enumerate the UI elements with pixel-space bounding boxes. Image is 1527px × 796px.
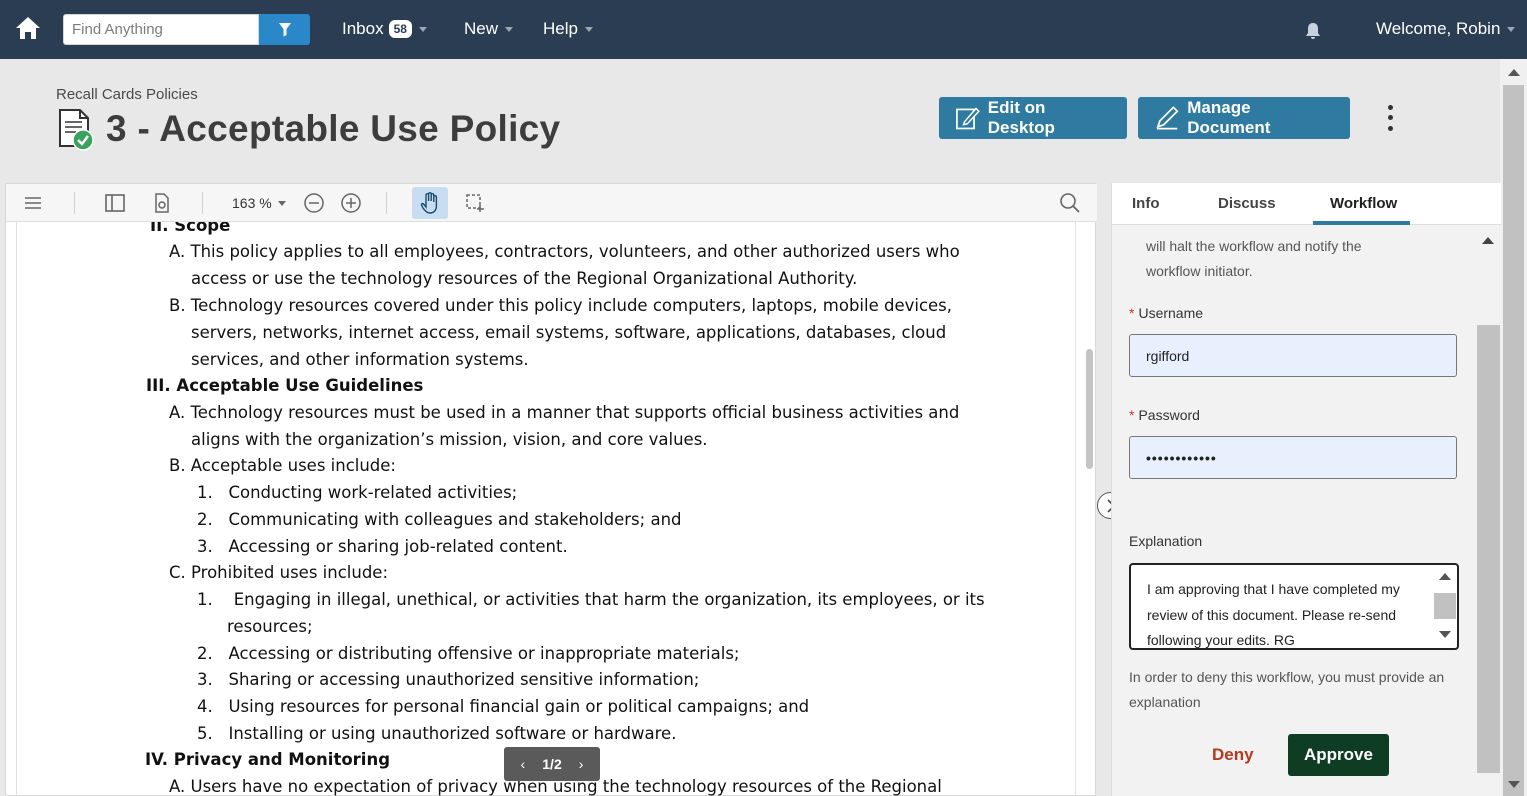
workflow-intro-line-2: workflow initiator. <box>1146 263 1253 279</box>
scroll-up-icon[interactable] <box>1439 573 1451 580</box>
password-field[interactable]: •••••••••••• <box>1129 436 1457 479</box>
tab-workflow[interactable]: Workflow <box>1330 195 1397 212</box>
scroll-thumb[interactable] <box>1503 85 1524 796</box>
filter-button[interactable] <box>259 14 310 45</box>
document-line: 4. Using resources for personal financia… <box>197 697 810 716</box>
nav-help-label: Help <box>543 19 578 38</box>
chevron-down-icon <box>418 26 427 32</box>
nav-new-label: New <box>464 19 499 38</box>
textarea-scrollbar[interactable] <box>1434 573 1456 645</box>
document-heading: III. Acceptable Use Guidelines <box>146 376 424 395</box>
next-page-icon[interactable]: › <box>579 756 584 772</box>
document-line: 3. Accessing or sharing job-related cont… <box>197 537 568 556</box>
nav-new[interactable]: New <box>464 19 514 39</box>
zoom-value: 163 % <box>232 195 272 211</box>
scroll-thumb[interactable] <box>1477 325 1500 773</box>
page-settings-icon[interactable] <box>151 192 173 214</box>
pan-tool-button[interactable] <box>412 187 448 219</box>
explanation-label: Explanation <box>1129 533 1203 549</box>
approved-document-icon <box>59 109 94 151</box>
document-line: aligns with the organization’s mission, … <box>191 430 708 449</box>
document-line: 1. Conducting work-related activities; <box>197 483 518 502</box>
document-content[interactable]: II. Scope A. This policy applies to all e… <box>16 222 1076 796</box>
password-label: * Password <box>1129 407 1200 423</box>
document-viewer: 163 % II. Scope A. This policy applies to… <box>5 183 1097 796</box>
chevron-down-icon <box>277 200 286 206</box>
document-line: B. Acceptable uses include: <box>169 456 396 475</box>
chevron-down-icon <box>584 26 593 32</box>
document-line: 3. Sharing or accessing unauthorized sen… <box>197 670 700 689</box>
edit-desktop-icon <box>956 107 980 130</box>
more-options-icon[interactable] <box>1382 102 1398 134</box>
user-menu[interactable]: Welcome, Robin <box>1376 19 1516 39</box>
workflow-intro-line-1: will halt the workflow and notify the <box>1146 238 1362 254</box>
deny-hint-text: In order to deny this workflow, you must… <box>1129 669 1445 710</box>
tab-discuss[interactable]: Discuss <box>1218 195 1276 212</box>
document-line: 1. Engaging in illegal, unethical, or ac… <box>197 590 985 609</box>
search-icon[interactable] <box>1059 192 1081 214</box>
edit-on-desktop-label: Edit on Desktop <box>987 98 1055 137</box>
approve-button[interactable]: Approve <box>1288 734 1389 776</box>
zoom-out-icon[interactable] <box>303 192 325 214</box>
active-tab-indicator <box>1313 221 1410 225</box>
prev-page-icon[interactable]: ‹ <box>521 756 526 772</box>
panel-scrollbar[interactable] <box>1476 225 1501 796</box>
sidebar-toggle-icon[interactable] <box>104 192 126 214</box>
search-input[interactable] <box>63 14 259 45</box>
scroll-up-icon[interactable] <box>1482 237 1494 244</box>
document-line: access or use the technology resources o… <box>191 269 858 288</box>
filter-icon <box>278 23 291 37</box>
document-line: 2. Accessing or distributing offensive o… <box>197 644 740 663</box>
scroll-up-icon[interactable] <box>1508 69 1520 76</box>
document-line: servers, networks, internet access, emai… <box>191 323 947 342</box>
page-scrollbar[interactable] <box>1500 59 1527 796</box>
document-line: A. Technology resources must be used in … <box>169 403 960 422</box>
viewer-scrollbar[interactable] <box>1086 349 1093 469</box>
hand-icon <box>420 192 438 214</box>
top-nav: Inbox 58 New Help Welcome, Robin <box>0 0 1527 59</box>
breadcrumb[interactable]: Recall Cards Policies <box>56 86 198 103</box>
explanation-textarea[interactable]: I am approving that I have completed my … <box>1129 563 1459 650</box>
tab-info[interactable]: Info <box>1132 195 1160 212</box>
scroll-thumb[interactable] <box>1434 593 1456 619</box>
page-navigator[interactable]: ‹ 1/2 › <box>504 747 600 781</box>
chevron-down-icon <box>1507 26 1516 32</box>
manage-document-button[interactable]: Manage Document <box>1138 97 1350 139</box>
zoom-select[interactable]: 163 % <box>224 189 288 217</box>
document-line: A. This policy applies to all employees,… <box>169 242 960 261</box>
nav-inbox-label: Inbox <box>342 19 384 38</box>
document-line: C. Prohibited uses include: <box>169 563 389 582</box>
nav-inbox[interactable]: Inbox 58 <box>342 19 427 39</box>
document-line: services, and other information systems. <box>191 350 529 369</box>
marquee-select-icon[interactable] <box>464 192 486 214</box>
chevron-down-icon <box>505 26 514 32</box>
deny-button[interactable]: Deny <box>1212 745 1254 765</box>
menu-icon[interactable] <box>22 192 44 214</box>
username-field[interactable]: rgifford <box>1129 334 1457 377</box>
document-line: B. Technology resources covered under th… <box>169 296 953 315</box>
page-indicator: 1/2 <box>542 756 562 772</box>
panel-tabs: Info Discuss Workflow <box>1112 183 1501 225</box>
document-line: resources; <box>227 617 313 636</box>
scroll-down-icon[interactable] <box>1439 631 1451 638</box>
pencil-icon <box>1156 106 1179 130</box>
home-icon[interactable] <box>14 15 42 41</box>
bell-icon[interactable] <box>1303 21 1323 41</box>
page-title: 3 - Acceptable Use Policy <box>106 108 561 149</box>
welcome-text: Welcome, Robin <box>1376 19 1501 38</box>
viewer-toolbar: 163 % <box>6 184 1097 222</box>
edit-on-desktop-button[interactable]: Edit on Desktop <box>939 97 1127 139</box>
document-line: 5. Installing or using unauthorized soft… <box>197 724 677 743</box>
username-label: * Username <box>1129 305 1204 321</box>
document-heading: II. Scope <box>150 222 231 235</box>
scroll-down-icon[interactable] <box>1508 781 1520 788</box>
manage-document-label: Manage Document <box>1187 98 1271 137</box>
workflow-panel: Info Discuss Workflow will halt the work… <box>1111 183 1501 796</box>
explanation-text: I am approving that I have completed my … <box>1147 581 1400 648</box>
nav-help[interactable]: Help <box>543 19 593 39</box>
zoom-in-icon[interactable] <box>340 192 362 214</box>
inbox-count-badge: 58 <box>388 20 412 38</box>
document-line: 2. Communicating with colleagues and sta… <box>197 510 682 529</box>
document-heading: IV. Privacy and Monitoring <box>145 750 391 769</box>
